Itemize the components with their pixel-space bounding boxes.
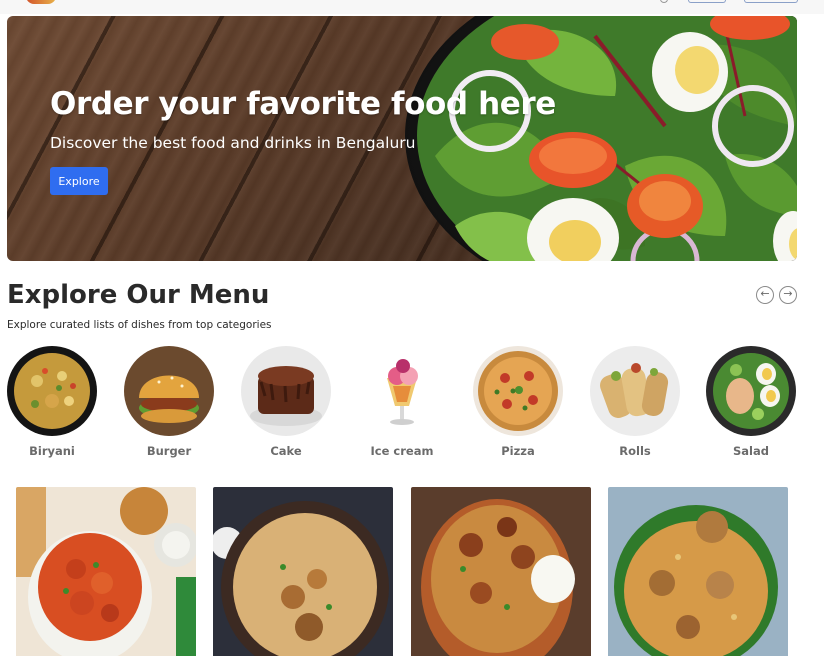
salad-thumb-image (706, 346, 796, 436)
salad-image (405, 16, 797, 261)
cake-image (241, 346, 331, 436)
ice-cream-image (357, 346, 447, 436)
dish-card[interactable] (608, 487, 788, 656)
category-label: Pizza (501, 444, 535, 458)
category-label: Rolls (619, 444, 651, 458)
hero-subtitle: Discover the best food and drinks in Ben… (50, 134, 416, 152)
dish-image (16, 487, 196, 656)
nav-button-left[interactable] (688, 0, 726, 3)
category-biryani[interactable]: Biryani (0, 346, 107, 458)
dish-image (411, 487, 591, 656)
category-label: Salad (733, 444, 769, 458)
nav-button-right[interactable] (744, 0, 798, 3)
category-label: Biryani (29, 444, 75, 458)
logo[interactable] (26, 0, 56, 4)
explore-button[interactable]: Explore (50, 167, 108, 195)
pizza-image (473, 346, 563, 436)
category-label: Burger (146, 444, 192, 458)
dish-image (608, 487, 788, 656)
biryani-image (7, 346, 97, 436)
explore-menu-title: Explore Our Menu (7, 280, 270, 310)
burger-image (124, 346, 214, 436)
rolls-image (590, 346, 680, 436)
dish-card[interactable] (411, 487, 591, 656)
hero-banner: Order your favorite food here Discover t… (7, 16, 797, 261)
navbar (0, 0, 824, 14)
category-rolls[interactable]: Rolls (580, 346, 690, 458)
category-salad[interactable]: Salad (696, 346, 806, 458)
category-ice-cream[interactable]: Ice cream (347, 346, 457, 458)
dish-card[interactable] (16, 487, 196, 656)
category-burger[interactable]: Burger (114, 346, 224, 458)
basket-icon[interactable] (660, 0, 668, 3)
dish-image (213, 487, 393, 656)
arrow-right-circle-icon[interactable]: → (779, 286, 797, 304)
category-cake[interactable]: Cake (231, 346, 341, 458)
explore-menu-subtitle: Explore curated lists of dishes from top… (7, 319, 272, 331)
hero-title: Order your favorite food here (50, 86, 556, 122)
category-pizza[interactable]: Pizza (463, 346, 573, 458)
dish-card[interactable] (213, 487, 393, 656)
category-label: Ice cream (370, 444, 434, 458)
category-label: Cake (270, 444, 302, 458)
arrow-left-circle-icon[interactable]: ← (756, 286, 774, 304)
